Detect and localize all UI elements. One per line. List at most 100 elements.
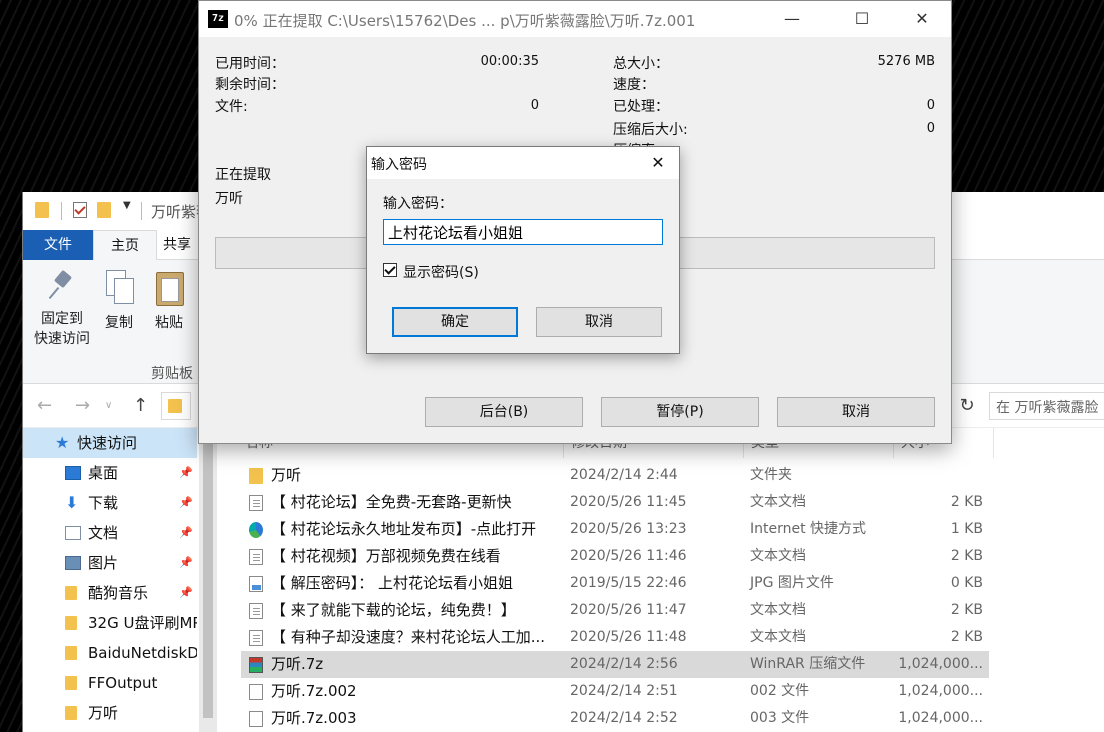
show-password-checkbox[interactable] — [383, 263, 397, 277]
nav-item[interactable]: 文档 📌 — [23, 518, 197, 548]
cancel-extraction-button[interactable]: 取消 — [777, 397, 935, 427]
nav-item-label: 32G U盘评刷MP — [88, 614, 197, 632]
chevron-down-icon[interactable]: ▼ — [123, 200, 131, 211]
pin-icon[interactable]: 📌 — [179, 548, 193, 578]
nav-item[interactable]: 图片 📌 — [23, 548, 197, 578]
pin-to-quick-access-button[interactable]: 固定到 快速访问 — [29, 270, 95, 348]
file-name: 万听.7z — [271, 655, 324, 673]
maximize-icon[interactable]: ☐ — [839, 1, 885, 37]
file-row[interactable]: 【 村花论坛永久地址发布页】-点此打开 2020/5/26 13:23 Intern… — [241, 516, 989, 543]
folder-icon — [65, 646, 77, 660]
pin-icon[interactable]: 📌 — [179, 458, 193, 488]
search-input[interactable]: 在 万听紫薇露脸 — [989, 392, 1104, 420]
file-name: 【 村花论坛永久地址发布页】-点此打开 — [271, 520, 537, 538]
tab-file[interactable]: 文件 — [23, 230, 93, 260]
file-date: 2020/5/26 11:46 — [570, 548, 687, 564]
remaining-time-label: 剩余时间： — [215, 77, 285, 93]
folder-icon — [65, 706, 77, 720]
cancel-button[interactable]: 取消 — [536, 307, 662, 337]
password-input[interactable] — [383, 219, 663, 245]
desktop-icon — [65, 466, 81, 480]
image-file-icon — [249, 576, 263, 592]
file-date: 2020/5/26 11:48 — [570, 629, 687, 645]
files-value: 0 — [530, 98, 539, 113]
properties-icon[interactable] — [73, 202, 87, 218]
file-size: 0 KB — [950, 575, 983, 591]
file-date: 2024/2/14 2:44 — [570, 467, 678, 483]
file-date: 2020/5/26 11:47 — [570, 602, 687, 618]
nav-item[interactable]: 酷狗音乐 📌 — [23, 578, 197, 608]
copy-label: 复制 — [105, 315, 133, 331]
nav-item-label: 快速访问 — [77, 434, 138, 452]
close-icon[interactable]: ✕ — [637, 147, 679, 179]
file-row[interactable]: 万听.7z.003 2024/2/14 2:52 003 文件 1,024,000..… — [241, 705, 989, 732]
file-row[interactable]: 【 村花论坛】全免费-无套路-更新快 2020/5/26 11:45 文本文档 2 K… — [241, 489, 989, 516]
nav-item[interactable]: BaiduNetdiskDo — [23, 638, 197, 668]
file-size: 2 KB — [950, 602, 983, 618]
show-password-label[interactable]: 显示密码(S) — [403, 262, 479, 282]
nav-item[interactable]: ★ 快速访问 — [23, 428, 197, 458]
file-name: 【 来了就能下载的论坛，纯免费！】 — [271, 601, 516, 619]
tab-home[interactable]: 主页 — [93, 230, 157, 260]
folder-icon — [35, 202, 49, 218]
nav-scrollbar[interactable] — [199, 428, 217, 732]
ok-button[interactable]: 确定 — [392, 307, 518, 337]
total-size-value: 5276 MB — [877, 54, 935, 69]
file-row[interactable]: 万听.7z 2024/2/14 2:56 WinRAR 压缩文件 1,024,000.… — [241, 651, 989, 678]
paste-icon — [154, 270, 184, 306]
file-row[interactable]: 【 有种子却没速度？来村花论坛人工加... 2020/5/26 11:48 文本文档… — [241, 624, 989, 651]
file-date: 2024/2/14 2:52 — [570, 710, 678, 726]
pin-icon[interactable]: 📌 — [179, 518, 193, 548]
tab-share[interactable]: 共享 — [163, 230, 203, 260]
pause-button[interactable]: 暂停(P) — [601, 397, 759, 427]
nav-item-label: FFOutput — [88, 674, 158, 692]
copy-icon — [104, 270, 134, 306]
paste-button[interactable]: 粘贴 — [149, 270, 189, 332]
nav-item[interactable]: 32G U盘评刷MP — [23, 608, 197, 638]
archive-icon — [249, 657, 263, 673]
folder-icon — [65, 586, 77, 600]
files-label: 文件: — [215, 99, 248, 115]
nav-item[interactable]: 桌面 📌 — [23, 458, 197, 488]
extraction-titlebar: 7z 0% 正在提取 C:\Users\15762\Des ... p\万听紫薇… — [199, 1, 951, 37]
password-label: 输入密码： — [383, 196, 453, 212]
picture-icon — [65, 556, 81, 570]
copy-button[interactable]: 复制 — [99, 270, 139, 332]
nav-item[interactable]: 万听 — [23, 698, 197, 728]
divider — [993, 428, 994, 458]
web-shortcut-icon — [249, 522, 263, 538]
elapsed-time-label: 已用时间： — [215, 56, 285, 72]
back-arrow-icon[interactable]: ← — [37, 395, 52, 416]
minimize-icon[interactable]: — — [769, 1, 815, 37]
forward-arrow-icon[interactable]: → — [75, 395, 90, 416]
file-size: 1,024,000... — [898, 710, 983, 726]
up-arrow-icon[interactable]: ↑ — [133, 395, 148, 416]
password-dialog: 输入密码 ✕ 输入密码： 显示密码(S) 确定 取消 — [366, 146, 680, 354]
file-size: 2 KB — [950, 629, 983, 645]
file-date: 2019/5/15 22:46 — [570, 575, 687, 591]
file-date: 2024/2/14 2:56 — [570, 656, 678, 672]
blank-file-icon — [249, 684, 263, 700]
nav-item[interactable]: ⬇ 下载 📌 — [23, 488, 197, 518]
file-row[interactable]: 【 解压密码】： 上村花论坛看小姐姐 2019/5/15 22:46 JPG 图片文… — [241, 570, 989, 597]
extraction-title: 0% 正在提取 C:\Users\15762\Des ... p\万听紫薇露脸\… — [234, 12, 696, 30]
nav-item[interactable]: FFOutput — [23, 668, 197, 698]
new-folder-icon[interactable] — [97, 202, 111, 218]
text-file-icon — [249, 495, 263, 511]
file-size: 2 KB — [950, 494, 983, 510]
background-button[interactable]: 后台(B) — [425, 397, 583, 427]
file-row[interactable]: 【 村花视频】万部视频免费在线看 2020/5/26 11:46 文本文档 2 KB — [241, 543, 989, 570]
close-icon[interactable]: ✕ — [899, 1, 945, 37]
file-row[interactable]: 万听.7z.002 2024/2/14 2:51 002 文件 1,024,000..… — [241, 678, 989, 705]
pin-icon[interactable]: 📌 — [179, 578, 193, 608]
file-row[interactable]: 【 来了就能下载的论坛，纯免费！】 2020/5/26 11:47 文本文档 2 KB — [241, 597, 989, 624]
divider — [61, 202, 62, 220]
file-type: Internet 快捷方式 — [750, 521, 867, 537]
address-input[interactable] — [161, 392, 191, 420]
pin-icon[interactable]: 📌 — [179, 488, 193, 518]
recent-chevron-icon[interactable]: ∨ — [105, 400, 112, 411]
refresh-icon[interactable]: ↻ — [953, 392, 981, 420]
text-file-icon — [249, 603, 263, 619]
file-row[interactable]: 万听 2024/2/14 2:44 文件夹 — [241, 462, 989, 489]
elapsed-time-value: 00:00:35 — [480, 54, 539, 69]
